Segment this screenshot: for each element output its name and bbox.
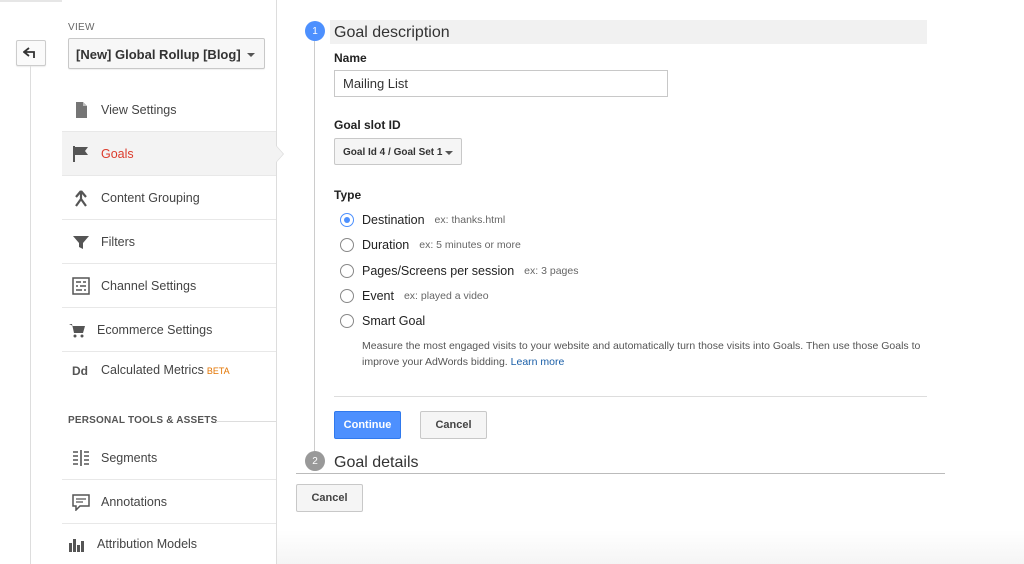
sidebar-item-label: Attribution Models xyxy=(97,537,198,551)
smart-goal-description: Measure the most engaged visits to your … xyxy=(362,338,922,370)
back-arrow-icon xyxy=(23,47,35,58)
tree-line xyxy=(30,66,31,564)
sidebar-item-label: Content Grouping xyxy=(101,191,200,205)
type-option-example: ex: 3 pages xyxy=(524,265,579,277)
type-option-label: Duration xyxy=(362,238,410,252)
cart-icon xyxy=(67,320,87,340)
sidebar-item-view-settings[interactable]: View Settings xyxy=(62,88,276,132)
type-option-event[interactable]: Event ex: played a video xyxy=(340,289,489,303)
sidebar-item-content-grouping[interactable]: Content Grouping xyxy=(62,176,276,220)
sidebar-item-label: Calculated Metrics BETA xyxy=(101,363,230,377)
step-1-badge: 1 xyxy=(305,21,325,41)
svg-text:Dd: Dd xyxy=(72,364,88,378)
chevron-down-icon xyxy=(247,53,255,57)
back-button[interactable] xyxy=(16,40,46,66)
type-label: Type xyxy=(334,188,362,202)
sidebar-item-ecommerce-settings[interactable]: Ecommerce Settings xyxy=(62,308,276,352)
goal-details-divider xyxy=(296,473,945,474)
channel-settings-icon xyxy=(71,276,91,296)
type-option-example: ex: 5 minutes or more xyxy=(419,239,521,251)
sidebar-item-label: Goals xyxy=(101,147,134,161)
bottom-shade xyxy=(277,530,1024,564)
smart-goal-text: Measure the most engaged visits to your … xyxy=(362,340,921,368)
sidebar-item-channel-settings[interactable]: Channel Settings xyxy=(62,264,276,308)
divider xyxy=(334,396,927,397)
bar-chart-icon xyxy=(67,534,87,554)
goal-slot-label: Goal slot ID xyxy=(334,118,401,132)
sidebar-item-attribution-models[interactable]: Attribution Models xyxy=(62,522,276,564)
type-option-duration[interactable]: Duration ex: 5 minutes or more xyxy=(340,238,521,252)
sidebar-item-segments[interactable]: Segments xyxy=(62,436,276,480)
dd-icon: Dd xyxy=(71,360,91,380)
sidebar-item-calculated-metrics[interactable]: Dd Calculated Metrics BETA xyxy=(62,348,276,392)
goal-slot-select[interactable]: Goal Id 4 / Goal Set 1 xyxy=(334,138,462,165)
goal-slot-value: Goal Id 4 / Goal Set 1 xyxy=(343,147,443,158)
radio[interactable] xyxy=(340,289,354,303)
type-option-example: ex: played a video xyxy=(403,290,489,302)
type-option-example: ex: thanks.html xyxy=(434,214,506,226)
cancel-button[interactable]: Cancel xyxy=(420,411,487,439)
name-label: Name xyxy=(334,51,367,65)
chevron-down-icon xyxy=(445,151,453,155)
type-option-destination[interactable]: Destination ex: thanks.html xyxy=(340,213,505,227)
sidebar-item-label: Ecommerce Settings xyxy=(97,323,213,337)
view-selector[interactable]: [New] Global Rollup [Blog] xyxy=(68,38,265,69)
sidebar-item-filters[interactable]: Filters xyxy=(62,220,276,264)
sidebar-item-label: Segments xyxy=(101,451,158,465)
annotation-icon xyxy=(71,492,91,512)
step-1-title: Goal description xyxy=(334,24,450,41)
view-label: VIEW xyxy=(68,22,95,33)
radio[interactable] xyxy=(340,238,354,252)
type-option-smart-goal[interactable]: Smart Goal xyxy=(340,314,425,328)
view-selector-value: [New] Global Rollup [Blog] xyxy=(76,47,241,62)
sidebar-item-label: Filters xyxy=(101,235,136,249)
sidebar-item-label: View Settings xyxy=(101,103,177,117)
flag-icon xyxy=(71,144,91,164)
content-grouping-icon xyxy=(71,188,91,208)
sidebar-item-label: Annotations xyxy=(101,495,168,509)
document-icon xyxy=(71,100,91,120)
sidebar-item-annotations[interactable]: Annotations xyxy=(62,480,276,524)
type-option-label: Smart Goal xyxy=(362,314,426,328)
goal-name-input[interactable] xyxy=(334,70,668,97)
type-option-pages-screens[interactable]: Pages/Screens per session ex: 3 pages xyxy=(340,264,578,278)
radio[interactable] xyxy=(340,264,354,278)
step-2-title: Goal details xyxy=(334,454,419,471)
section-divider xyxy=(216,421,276,422)
beta-badge: BETA xyxy=(206,366,230,376)
section-heading: PERSONAL TOOLS & ASSETS xyxy=(68,415,218,426)
type-option-label: Destination xyxy=(362,213,425,227)
continue-button[interactable]: Continue xyxy=(334,411,401,439)
learn-more-link[interactable]: Learn more xyxy=(511,356,565,368)
step-2-badge: 2 xyxy=(305,451,325,471)
sidebar-item-label: Channel Settings xyxy=(101,279,197,293)
funnel-icon xyxy=(71,232,91,252)
radio[interactable] xyxy=(340,314,354,328)
bottom-cancel-button[interactable]: Cancel xyxy=(296,484,363,512)
step-connector xyxy=(314,40,315,454)
active-pointer xyxy=(276,146,283,162)
segments-icon xyxy=(71,448,91,468)
radio-checked[interactable] xyxy=(340,213,354,227)
type-option-label: Event xyxy=(362,289,394,303)
type-option-label: Pages/Screens per session xyxy=(362,264,515,278)
sidebar-item-goals[interactable]: Goals xyxy=(62,132,276,176)
